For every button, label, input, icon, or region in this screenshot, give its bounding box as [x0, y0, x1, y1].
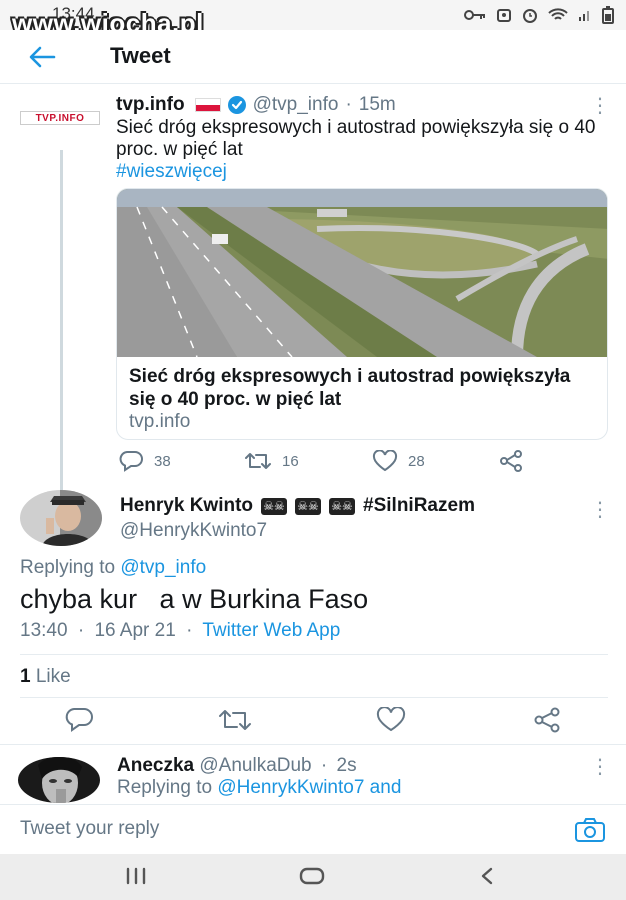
card-image [117, 189, 607, 357]
like-count: 1 [20, 666, 31, 687]
tweet-source-link[interactable]: Twitter Web App [202, 620, 340, 641]
replying-to-link[interactable]: @HenrykKwinto7 and [217, 777, 401, 798]
like-button[interactable]: 28 [372, 450, 425, 472]
tweet-body: Sieć dróg ekspresowych i autostrad powię… [116, 117, 596, 160]
key-icon [464, 10, 485, 20]
avatar-image [18, 757, 100, 803]
avatar[interactable] [20, 490, 102, 546]
back-arrow-icon [29, 46, 56, 68]
like-button[interactable] [376, 706, 406, 738]
heart-icon [372, 450, 398, 472]
tweet-time: 13:40 [20, 620, 68, 641]
retweet-icon [245, 453, 271, 469]
divider [0, 744, 626, 745]
like-count: 28 [408, 452, 425, 470]
recent-apps-button[interactable] [124, 866, 148, 891]
divider [20, 697, 608, 698]
more-options-icon[interactable]: ⋮ [590, 96, 610, 116]
tweet-meta: 13:40 · 16 Apr 21 · Twitter Web App [20, 620, 340, 642]
skull-icon: ☠☠ [261, 497, 288, 515]
heart-icon [376, 706, 406, 732]
card-title: Sieć dróg ekspresowych i autostrad powię… [129, 366, 571, 410]
thread-line [60, 150, 63, 490]
tweet-date: 16 Apr 21 [94, 620, 176, 641]
status-icons [464, 6, 614, 24]
card-domain: tvp.info [129, 411, 191, 432]
camera-button[interactable] [574, 817, 606, 848]
page-title: Tweet [110, 43, 171, 68]
author-handle[interactable]: @HenrykKwinto7 [120, 520, 267, 542]
reply-button[interactable]: 38 [118, 450, 171, 472]
tweet-time[interactable]: 15m [359, 94, 396, 116]
replying-to: Replying to @tvp_info [20, 557, 206, 579]
divider [20, 654, 608, 655]
link-card[interactable]: Sieć dróg ekspresowych i autostrad powię… [116, 188, 608, 440]
skull-icon: ☠☠ [329, 497, 356, 515]
separator-dot: · [186, 620, 193, 641]
reply-button[interactable] [64, 707, 94, 738]
author-hashtag: #SilniRazem [363, 495, 475, 516]
author-name[interactable]: Aneczka [117, 755, 194, 776]
tvp-logo[interactable]: TVP.INFO [20, 111, 100, 125]
home-icon [299, 867, 325, 885]
tweet-header: Henryk Kwinto ☠☠ ☠☠ ☠☠ #SilniRazem [120, 495, 475, 517]
tweet-header: tvp.info @tvp_info · 15m [116, 94, 396, 116]
recent-apps-icon [126, 867, 146, 885]
tweet-actions [0, 706, 626, 738]
chevron-left-icon [481, 867, 493, 885]
signal-icon [579, 11, 589, 21]
hashtag-link[interactable]: #wieszwięcej [116, 161, 227, 182]
skull-icon: ☠☠ [295, 497, 322, 515]
separator-dot: · [77, 620, 85, 641]
likes-summary[interactable]: 1 Like [20, 666, 71, 688]
share-button[interactable] [498, 450, 524, 472]
wifi-icon [548, 8, 568, 20]
share-button[interactable] [532, 707, 562, 738]
retweet-count: 16 [282, 452, 299, 470]
tweet-actions: 38 16 28 [118, 450, 528, 474]
replying-to-link[interactable]: @tvp_info [120, 557, 206, 578]
reply-composer: Tweet your reply [0, 804, 626, 854]
poland-flag-icon [194, 98, 221, 112]
notification-icon [497, 9, 511, 22]
author-handle[interactable]: @tvp_info [253, 94, 339, 116]
system-back-button[interactable] [478, 866, 496, 891]
share-icon [500, 450, 522, 472]
retweet-icon [219, 710, 251, 730]
share-icon [534, 707, 560, 733]
author-handle[interactable]: @AnulkaDub [199, 755, 311, 776]
verified-badge-icon [227, 96, 246, 114]
battery-icon [602, 6, 614, 24]
tweet-time[interactable]: 2s [337, 755, 357, 776]
avatar-image [20, 490, 102, 546]
avatar[interactable] [18, 757, 100, 803]
back-button[interactable] [26, 42, 60, 72]
tweet-header: Aneczka @AnulkaDub · 2s [117, 755, 357, 777]
camera-icon [575, 818, 605, 842]
more-options-icon[interactable]: ⋮ [590, 757, 610, 777]
replying-prefix: Replying to [20, 557, 116, 578]
author-name[interactable]: tvp.info [116, 94, 185, 116]
replying-prefix: Replying to [117, 777, 213, 798]
tweet-text: Sieć dróg ekspresowych i autostrad powię… [116, 117, 596, 183]
separator-dot: · [345, 94, 352, 115]
replying-to: Replying to @HenrykKwinto7 and [117, 777, 401, 799]
alarm-icon [523, 9, 537, 23]
reply-input[interactable]: Tweet your reply [20, 818, 159, 840]
reply-count: 38 [154, 452, 171, 470]
more-options-icon[interactable]: ⋮ [590, 500, 610, 520]
status-bar: 13:44 www.wiocha.pl [0, 0, 626, 38]
author-name[interactable]: Henryk Kwinto [120, 495, 253, 517]
reply-icon [119, 451, 143, 472]
like-label: Like [35, 666, 71, 687]
retweet-button[interactable]: 16 [244, 450, 299, 472]
tweet-text: chyba kur a w Burkina Faso [20, 584, 369, 614]
separator-dot: · [320, 755, 328, 776]
home-button[interactable] [298, 866, 326, 891]
app-header: Tweet [0, 30, 626, 84]
system-nav-bar [0, 854, 626, 900]
retweet-button[interactable] [218, 707, 252, 738]
reply-icon [65, 708, 93, 732]
